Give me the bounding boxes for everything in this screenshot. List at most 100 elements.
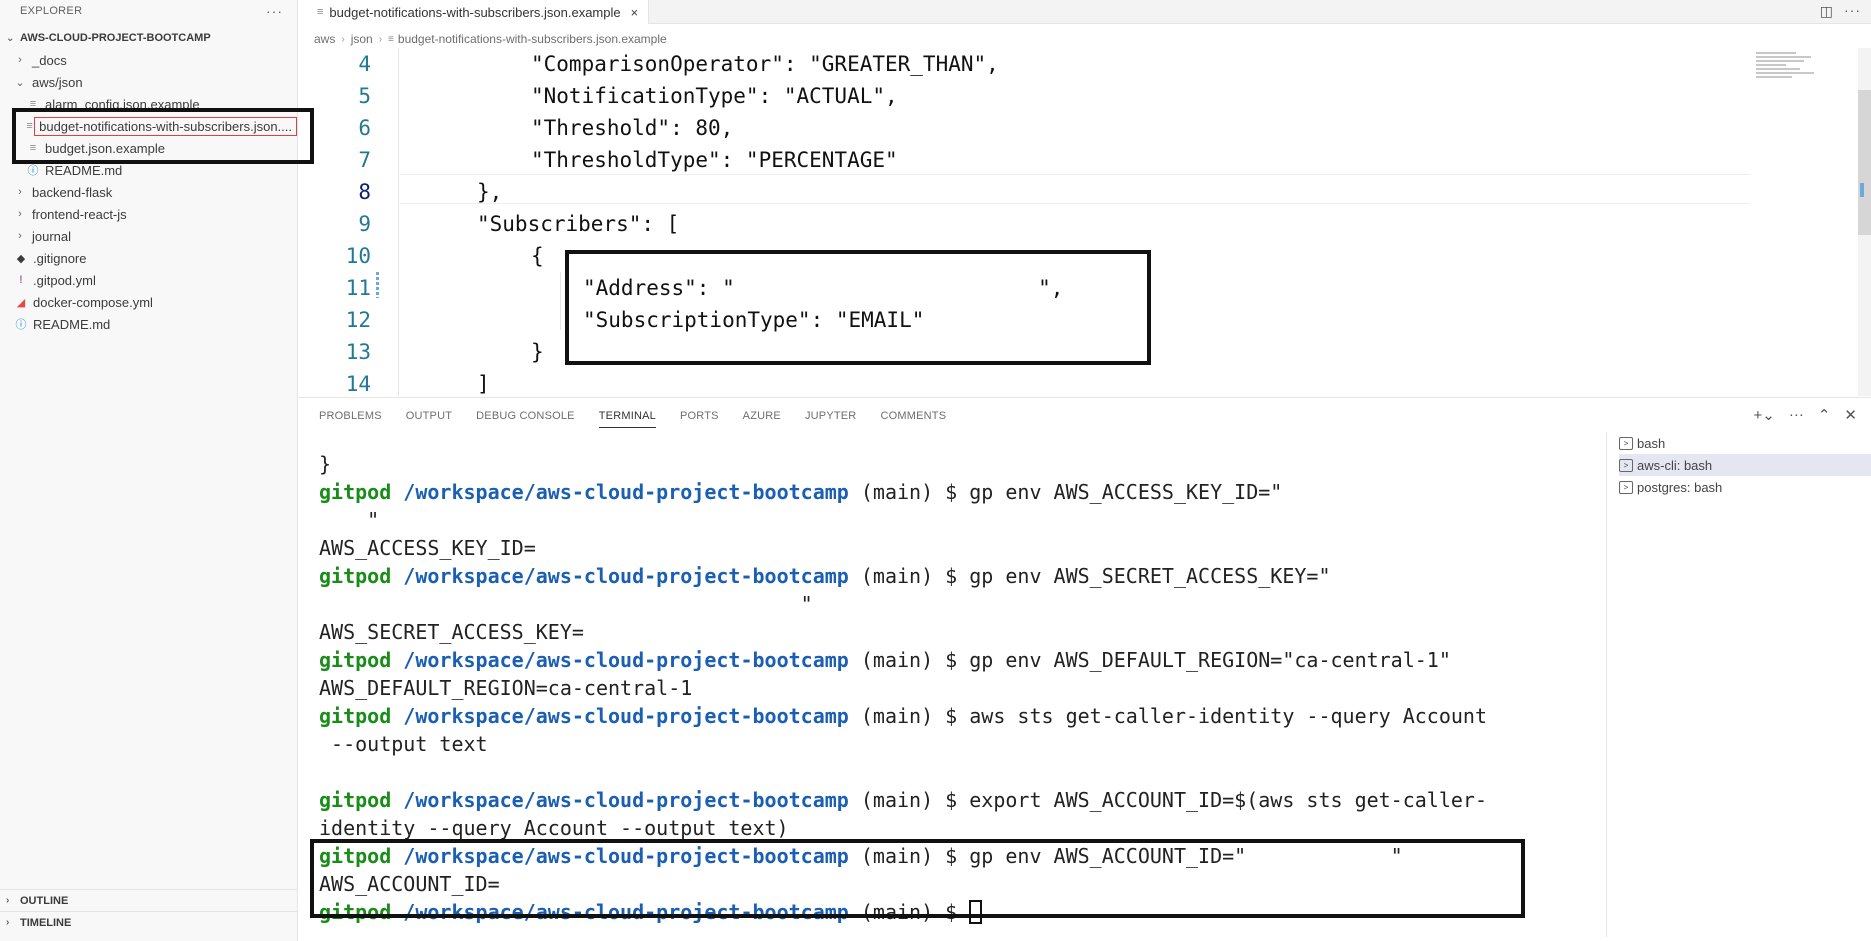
terminal-line-text: } [319, 452, 332, 476]
add-terminal-icon[interactable]: +⌄ [1754, 406, 1775, 424]
line-number: 5 [358, 84, 371, 108]
info-icon: ⓘ [15, 319, 27, 331]
tab-problems[interactable]: PROBLEMS [319, 410, 382, 428]
terminal-prompt-line: gitpod /workspace/aws-cloud-project-boot… [319, 648, 1451, 676]
tab-azure[interactable]: AZURE [743, 410, 781, 428]
scrollbar-thumb[interactable] [1858, 90, 1871, 235]
tab-debug-console[interactable]: DEBUG CONSOLE [476, 410, 575, 428]
code-line: 8 }, [299, 176, 1749, 208]
maximize-panel-icon[interactable]: ⌃ [1818, 406, 1831, 424]
tree-item-budget-json[interactable]: ≡ budget.json.example [0, 137, 297, 159]
terminal-item-label: aws-cli: bash [1637, 457, 1713, 473]
file-lines-icon: ≡ [388, 33, 394, 45]
tree-item-backend-flask[interactable]: › backend-flask [0, 181, 297, 203]
tab-ports[interactable]: PORTS [680, 410, 719, 428]
panel-actions: +⌄ ··· ⌃ ✕ [1754, 406, 1857, 424]
line-number: 9 [358, 212, 371, 236]
tree-item-label: .gitignore [33, 250, 87, 266]
outline-section[interactable]: › OUTLINE [0, 889, 298, 911]
terminal-line: } [319, 452, 331, 480]
docker-icon: ◢ [16, 296, 26, 309]
tree-item-gitignore[interactable]: ◆ .gitignore [0, 247, 297, 269]
tree-item-alarm-config[interactable]: ≡ alarm_config.json.example [0, 93, 297, 115]
code-line: 12 "SubscriptionType": "EMAIL" [299, 304, 1749, 336]
line-text: "Threshold": 80, [531, 116, 734, 140]
tree-item-readme[interactable]: ⓘ README.md [0, 313, 297, 335]
code-line: 6 "Threshold": 80, [299, 112, 1749, 144]
split-editor-icon[interactable]: ◫ [1820, 3, 1833, 20]
close-icon[interactable]: × [631, 5, 639, 20]
terminal-cursor [969, 900, 983, 924]
tree-item-docs[interactable]: › _docs [0, 49, 297, 71]
tree-item-label: README.md [33, 316, 111, 332]
tree-item-frontend-react-js[interactable]: › frontend-react-js [0, 203, 297, 225]
terminal-line-text: AWS_DEFAULT_REGION=ca-central-1 [319, 676, 693, 700]
tree-item-aws-json[interactable]: ⌄ aws/json [0, 71, 297, 93]
terminal-item-aws-cli[interactable]: > aws-cli: bash [1619, 454, 1871, 476]
info-icon: ⓘ [27, 165, 39, 177]
chevron-right-icon: › [18, 54, 22, 66]
line-text: ] [477, 372, 490, 396]
minimap[interactable] [1748, 48, 1858, 396]
workspace-root[interactable]: ⌄ AWS-CLOUD-PROJECT-BOOTCAMP [0, 27, 297, 49]
tree-item-journal[interactable]: › journal [0, 225, 297, 247]
code-line: 4 "ComparisonOperator": "GREATER_THAN", [299, 48, 1749, 80]
more-actions-icon[interactable]: ··· [1789, 406, 1804, 424]
prompt-path: /workspace/aws-cloud-project-bootcamp [403, 564, 849, 588]
close-panel-icon[interactable]: ✕ [1844, 406, 1857, 424]
tab-terminal[interactable]: TERMINAL [598, 410, 656, 428]
line-number: 8 [358, 180, 371, 204]
chevron-right-icon: › [6, 895, 10, 906]
terminal-line-text: AWS_SECRET_ACCESS_KEY= [319, 620, 584, 644]
breadcrumb-item[interactable]: aws [314, 32, 335, 46]
chevron-right-icon: › [18, 208, 22, 220]
explorer-header: EXPLORER ··· [0, 0, 297, 22]
prompt-path: /workspace/aws-cloud-project-bootcamp [403, 900, 849, 924]
line-text: "SubscriptionType": "EMAIL" [583, 308, 925, 332]
tree-item-label: frontend-react-js [32, 206, 127, 222]
timeline-section[interactable]: › TIMELINE [0, 911, 298, 933]
tab-budget-notifications[interactable]: ≡ budget-notifications-with-subscribers.… [299, 0, 650, 24]
terminal-line: --output text [319, 732, 488, 760]
line-number: 6 [358, 116, 371, 140]
prompt-path: /workspace/aws-cloud-project-bootcamp [403, 648, 849, 672]
terminal-line: AWS_ACCOUNT_ID= [319, 872, 500, 900]
tree-item-aws-readme[interactable]: ⓘ README.md [0, 159, 297, 181]
terminal-item-postgres[interactable]: > postgres: bash [1619, 476, 1871, 498]
line-text: { [531, 244, 544, 268]
prompt-path: /workspace/aws-cloud-project-bootcamp [403, 480, 849, 504]
file-lines-icon: ≡ [29, 142, 37, 154]
terminal-item-bash[interactable]: > bash [1619, 432, 1871, 454]
line-number: 4 [358, 52, 371, 76]
line-text: }, [477, 180, 503, 204]
terminal-line: identity --query Account --output text) [319, 816, 789, 844]
explorer-more-icon[interactable]: ··· [266, 3, 283, 19]
code-editor[interactable]: 4 "ComparisonOperator": "GREATER_THAN", … [299, 48, 1749, 396]
tab-jupyter[interactable]: JUPYTER [805, 410, 857, 428]
terminal-command: gp env AWS_ACCOUNT_ID=" " [969, 844, 1403, 868]
code-line: 9 "Subscribers": [ [299, 208, 1749, 240]
git-icon: ◆ [16, 252, 26, 265]
breadcrumb-item[interactable]: budget-notifications-with-subscribers.js… [398, 32, 667, 46]
breadcrumb-item[interactable]: json [351, 32, 373, 46]
terminal-prompt-line: gitpod /workspace/aws-cloud-project-boot… [319, 704, 1487, 732]
exclamation-icon: ! [19, 274, 23, 286]
tree-item-label: README.md [45, 162, 123, 178]
terminal-command: export AWS_ACCOUNT_ID=$(aws sts get-call… [969, 788, 1488, 812]
file-lines-icon: ≡ [29, 98, 37, 110]
terminal-line: " [319, 592, 813, 620]
line-text: "ComparisonOperator": "GREATER_THAN", [531, 52, 999, 76]
tab-comments[interactable]: COMMENTS [880, 410, 946, 428]
more-actions-icon[interactable]: ··· [1844, 2, 1861, 18]
editor-scrollbar[interactable] [1858, 48, 1871, 396]
chevron-down-icon: ⌄ [6, 32, 15, 44]
tree-item-budget-notifications[interactable]: ≡ budget-notifications-with-subscribers.… [0, 115, 297, 137]
tree-item-gitpod-yml[interactable]: ! .gitpod.yml [0, 269, 297, 291]
file-lines-icon: ≡ [26, 120, 33, 132]
file-tree: › _docs ⌄ aws/json ≡ alarm_config.json.e… [0, 49, 297, 335]
tab-output[interactable]: OUTPUT [406, 410, 452, 428]
terminal-icon: > [1619, 436, 1633, 450]
prompt-user: gitpod [319, 480, 392, 504]
tree-item-docker-compose[interactable]: ◢ docker-compose.yml [0, 291, 297, 313]
terminal-output[interactable]: } gitpod /workspace/aws-cloud-project-bo… [319, 452, 1639, 932]
